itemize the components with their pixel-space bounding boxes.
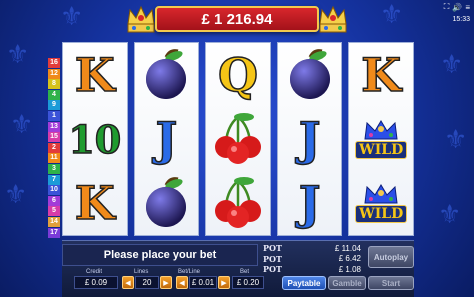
payline-number: 7 [48,174,60,185]
fleur-de-lis-icon: ⚜ [438,200,462,230]
credit-value: £ 0.09 [74,276,118,289]
paytable-button[interactable]: Paytable [282,276,326,290]
status-area: ⛶ 🔊 ≡ 15:33 [444,2,470,23]
payline-number: 5 [48,206,60,217]
fleur-de-lis-icon: ⚜ [10,110,34,140]
lines-decrease-button[interactable]: ◀ [122,276,134,289]
king-symbol: K [74,175,115,231]
gamble-button[interactable]: Gamble [328,276,366,290]
credit-banner: £ 1 216.94 [155,6,319,32]
clock-time: 15:33 [452,16,470,23]
crown-icon [319,5,347,33]
plum-symbol-icon [136,46,196,104]
payline-number: 16 [48,58,60,68]
jack-symbol: J [155,111,178,167]
pot-value: £ 1.08 [338,264,361,274]
king-symbol: K [360,47,402,103]
reel: K 10 K [62,42,128,236]
king-symbol: K [74,47,115,103]
payline-number: 6 [48,195,60,206]
jack-symbol: J [298,175,321,231]
autoplay-button[interactable]: Autoplay [368,246,414,268]
start-button[interactable]: Start [368,276,414,290]
payline-number: 8 [48,79,60,90]
menu-icon[interactable]: ≡ [465,3,470,12]
bet-label: Bet [240,269,250,275]
payline-number: 14 [48,216,60,227]
fleur-de-lis-icon: ⚜ [440,50,464,80]
reel: JJ [276,42,343,236]
payline-number: 15 [48,132,60,143]
payline-number: 1 [48,110,60,121]
plum-symbol-icon [280,46,340,104]
payline-number: 10 [48,185,60,196]
pot-label: POT [263,264,282,275]
fleur-de-lis-icon: ⚜ [444,125,468,155]
credit-label: Credit [86,269,103,275]
wild-symbol-icon: WILD [351,174,411,232]
bet-decrease-button[interactable]: ◀ [176,276,188,289]
ten-symbol: 10 [68,116,122,163]
bet-per-line-label: Bet/Line [178,269,201,275]
arrow-left-icon: ◀ [179,279,185,287]
cherries-symbol-icon [208,174,268,232]
jack-symbol: J [298,111,321,167]
bet-increase-button[interactable]: ▶ [218,276,230,289]
pot-row: POT £ 11.04 [263,243,363,254]
bet-value: £ 0.20 [232,276,264,289]
status-message: Please place your bet [62,244,258,266]
pot-label: POT [263,253,282,264]
top-bar: £ 1 216.94 ⛶ 🔊 ≡ 15:33 [0,0,474,40]
payline-number: 17 [48,227,60,238]
lines-label: Lines [134,269,149,275]
fleur-de-lis-icon: ⚜ [6,40,30,70]
arrow-right-icon: ▶ [221,279,227,287]
wild-symbol-icon: WILD [351,110,411,168]
lines-value: 20 [135,276,159,289]
pot-row: POT £ 1.08 [263,264,363,275]
fullscreen-icon[interactable]: ⛶ [444,2,450,12]
reel: Q [205,42,271,236]
cherries-symbol-icon [208,110,268,168]
payline-number: 11 [48,153,60,164]
payline-number: 9 [48,100,60,111]
arrow-left-icon: ◀ [125,279,131,287]
plum-symbol-icon [136,174,196,232]
sound-icon[interactable]: 🔊 [452,3,462,12]
reel: K WILD WILD [348,42,414,236]
payline-number: 12 [48,68,60,79]
pot-display: POT £ 11.04 POT £ 6.42 POT £ 1.08 [263,243,363,275]
payline-number: 13 [48,121,60,132]
payline-number: 3 [48,163,60,174]
lines-increase-button[interactable]: ▶ [160,276,172,289]
reel-area: K 10 K J Q J J K WILD WILD [62,42,414,236]
pot-value: £ 6.42 [338,254,361,264]
pot-value: £ 11.04 [334,243,361,253]
pot-label: POT [263,243,282,254]
payline-numbers-left: 16 12 8 4 9 1 13 15 2 11 3 7 10 6 5 14 17 [48,58,60,238]
payline-number: 2 [48,142,60,153]
reel: J [133,42,200,236]
payline-number: 4 [48,89,60,100]
bet-per-line-value: £ 0.01 [189,276,217,289]
pot-row: POT £ 6.42 [263,254,363,265]
queen-symbol: Q [217,47,259,103]
fleur-de-lis-icon: ⚜ [4,180,28,210]
crown-icon [127,5,155,33]
arrow-right-icon: ▶ [163,279,169,287]
